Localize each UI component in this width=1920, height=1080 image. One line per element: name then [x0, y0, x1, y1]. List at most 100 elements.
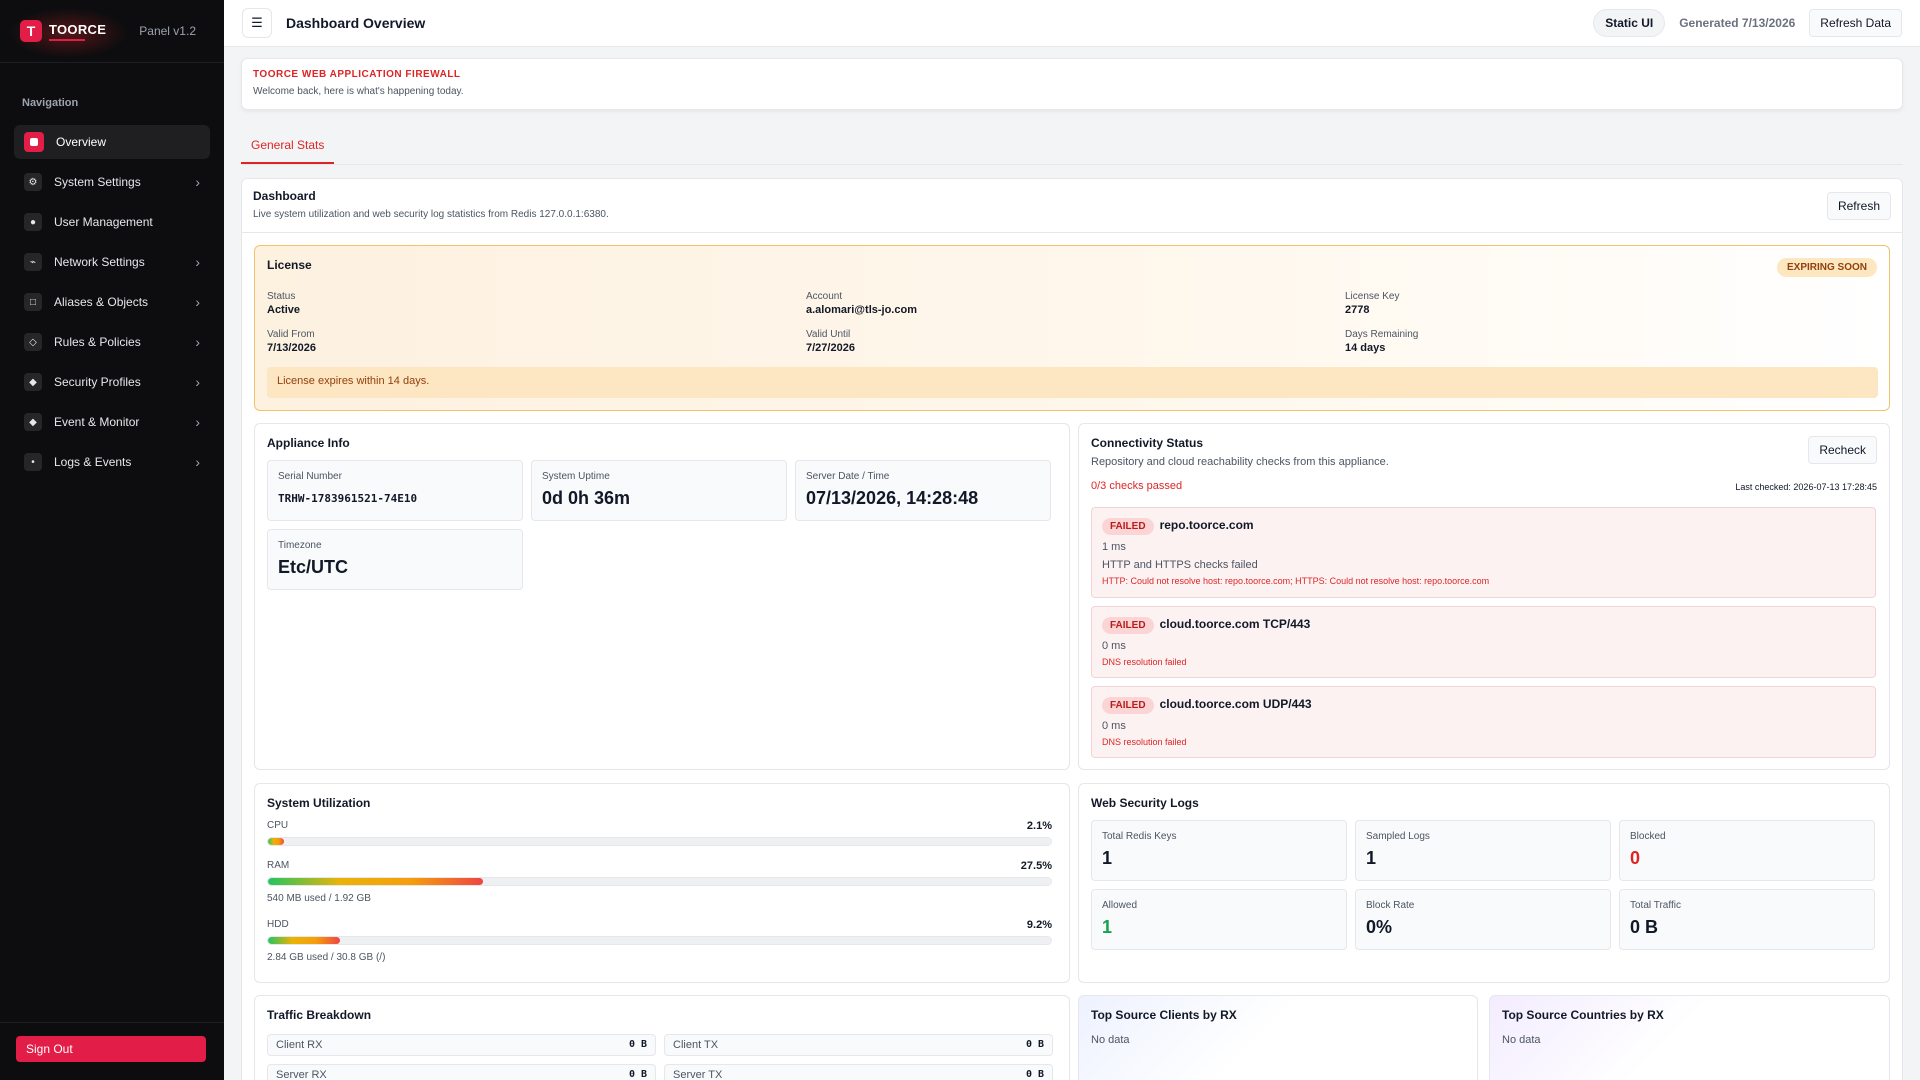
ram-percent: 27.5%: [1020, 860, 1052, 872]
sidebar-item-event-monitor[interactable]: ◆ Event & Monitor ›: [14, 405, 210, 439]
hdd-bar: [267, 936, 1052, 945]
hdd-bar-fill: [268, 937, 341, 944]
cpu-label: CPU: [267, 820, 289, 831]
monitor-icon: ◆: [24, 413, 42, 431]
field-label: License Key: [1345, 291, 1400, 302]
sidebar-item-user-management[interactable]: ● User Management: [14, 205, 210, 239]
sidebar-item-aliases-objects[interactable]: □ Aliases & Objects ›: [14, 285, 210, 319]
stat-value: 0%: [1366, 917, 1393, 937]
topbar-actions: Static UI Generated 7/13/2026 Refresh Da…: [1593, 9, 1902, 37]
rules-icon: ◇: [24, 333, 42, 351]
check-latency: 1 ms: [1102, 541, 1126, 553]
chevron-right-icon: ›: [195, 254, 200, 270]
sidebar-item-system-settings[interactable]: ⚙ System Settings ›: [14, 165, 210, 199]
license-status-badge: EXPIRING SOON: [1776, 258, 1877, 277]
top-countries-card: Top Source Countries by RX No data: [1489, 995, 1890, 1080]
traffic-server-tx: Server TX 0 B: [664, 1064, 1053, 1080]
check-host: cloud.toorce.com TCP/443: [1159, 617, 1311, 631]
top-countries-title: Top Source Countries by RX: [1502, 1008, 1664, 1022]
web-security-logs-card: Web Security Logs Total Redis Keys 1 Sam…: [1078, 783, 1890, 983]
sidebar: T TOORCE Panel v1.2 Navigation Overview …: [0, 0, 224, 1080]
connectivity-check-repo: FAILED repo.toorce.com 1 ms HTTP and HTTP…: [1091, 507, 1876, 598]
check-host: cloud.toorce.com UDP/443: [1159, 697, 1312, 711]
stat-value: 0 B: [1630, 917, 1659, 937]
last-checked: Last checked: 2026-07-13 17:28:45: [1735, 482, 1877, 492]
sidebar-item-overview[interactable]: Overview: [14, 125, 210, 159]
sidebar-item-label: Security Profiles: [54, 375, 141, 389]
utilization-title: System Utilization: [267, 796, 371, 810]
nav-section-title: Navigation: [22, 97, 79, 109]
serial-number-value: TRHW-1783961521-74E10: [278, 492, 418, 505]
web-logs-title: Web Security Logs: [1091, 796, 1199, 810]
tab-general-stats[interactable]: General Stats: [241, 130, 335, 164]
welcome-card: TOORCE WEB APPLICATION FIREWALL Welcome …: [241, 58, 1903, 110]
hdd-usage: 2.84 GB used / 30.8 GB (/): [267, 952, 386, 963]
stat-label: Total Redis Keys: [1102, 831, 1177, 842]
sidebar-item-label: Network Settings: [54, 255, 145, 269]
overview-icon: [24, 132, 44, 152]
brand-name: TOORCE: [49, 22, 106, 41]
check-message: HTTP and HTTPS checks failed: [1102, 559, 1258, 571]
chevron-right-icon: ›: [195, 334, 200, 350]
ram-label: RAM: [267, 860, 290, 871]
toorce-logo-icon[interactable]: T: [20, 20, 42, 42]
panel-version: Panel v1.2: [139, 24, 196, 38]
license-warning: License expires within 14 days.: [267, 367, 1878, 398]
sidebar-item-label: Overview: [56, 135, 107, 149]
cpu-bar: [267, 837, 1052, 846]
object-icon: □: [24, 293, 42, 311]
stat-value: 0: [1630, 848, 1641, 868]
chevron-right-icon: ›: [195, 294, 200, 310]
sidebar-item-label: Event & Monitor: [54, 415, 140, 429]
chevron-right-icon: ›: [195, 454, 200, 470]
user-icon: ●: [24, 213, 42, 231]
traffic-value: 0 B: [1025, 1039, 1044, 1050]
hdd-label: HDD: [267, 919, 289, 930]
stat-block-rate: Block Rate 0%: [1355, 889, 1611, 950]
field-label: Status: [267, 291, 296, 302]
field-value: 14 days: [1345, 342, 1386, 354]
cpu-bar-fill: [268, 838, 285, 845]
connectivity-description: Repository and cloud reachability checks…: [1091, 456, 1389, 468]
stat-label: Total Traffic: [1630, 900, 1681, 911]
top-countries-empty: No data: [1502, 1034, 1541, 1046]
traffic-value: 0 B: [628, 1039, 647, 1050]
field-label: Valid From: [267, 329, 315, 340]
sidebar-item-security-profiles[interactable]: ◆ Security Profiles ›: [14, 365, 210, 399]
refresh-button[interactable]: Refresh: [1826, 192, 1891, 220]
traffic-client-rx: Client RX 0 B: [267, 1034, 656, 1056]
stat-total-redis-keys: Total Redis Keys 1: [1091, 820, 1347, 881]
sidebar-item-rules-policies[interactable]: ◇ Rules & Policies ›: [14, 325, 210, 359]
license-valid-from: Valid From 7/13/2026: [267, 329, 767, 354]
main-content: ☰ Dashboard Overview Static UI Generated…: [224, 0, 1920, 1080]
check-latency: 0 ms: [1102, 720, 1126, 732]
sidebar-item-logs-events[interactable]: • Logs & Events ›: [14, 445, 210, 479]
uptime-box: System Uptime 0d 0h 36m: [531, 460, 787, 521]
serial-number-box: Serial Number TRHW-1783961521-74E10: [267, 460, 523, 521]
stat-label: Blocked: [1630, 831, 1666, 842]
traffic-value: 0 B: [1025, 1069, 1044, 1080]
sidebar-item-label: User Management: [54, 215, 153, 229]
network-icon: ⌁: [24, 253, 42, 271]
recheck-button[interactable]: Recheck: [1808, 436, 1877, 464]
timezone-box: Timezone Etc/UTC: [267, 529, 523, 590]
menu-toggle-icon[interactable]: ☰: [242, 8, 272, 38]
cpu-percent: 2.1%: [1026, 820, 1052, 832]
ram-row: RAM 27.5% 540 MB used / 1.92 GB: [267, 860, 1052, 904]
generated-date: Generated 7/13/2026: [1679, 16, 1796, 30]
license-title: License: [267, 258, 312, 272]
timezone-value: Etc/UTC: [278, 557, 349, 577]
uptime-value: 0d 0h 36m: [542, 488, 631, 508]
stat-total-traffic: Total Traffic 0 B: [1619, 889, 1875, 950]
check-latency: 0 ms: [1102, 640, 1126, 652]
server-datetime-value: 07/13/2026, 14:28:48: [806, 488, 979, 508]
sign-out-button[interactable]: Sign Out: [16, 1036, 206, 1062]
field-value: a.alomari@tls-jo.com: [806, 304, 917, 316]
ram-usage: 540 MB used / 1.92 GB: [267, 893, 371, 904]
refresh-data-button[interactable]: Refresh Data: [1809, 9, 1902, 37]
uptime-label: System Uptime: [542, 471, 610, 482]
check-host: repo.toorce.com: [1159, 518, 1254, 532]
sidebar-item-network-settings[interactable]: ⌁ Network Settings ›: [14, 245, 210, 279]
system-utilization-card: System Utilization CPU 2.1% RAM 27.5% 54…: [254, 783, 1070, 983]
traffic-client-tx: Client TX 0 B: [664, 1034, 1053, 1056]
